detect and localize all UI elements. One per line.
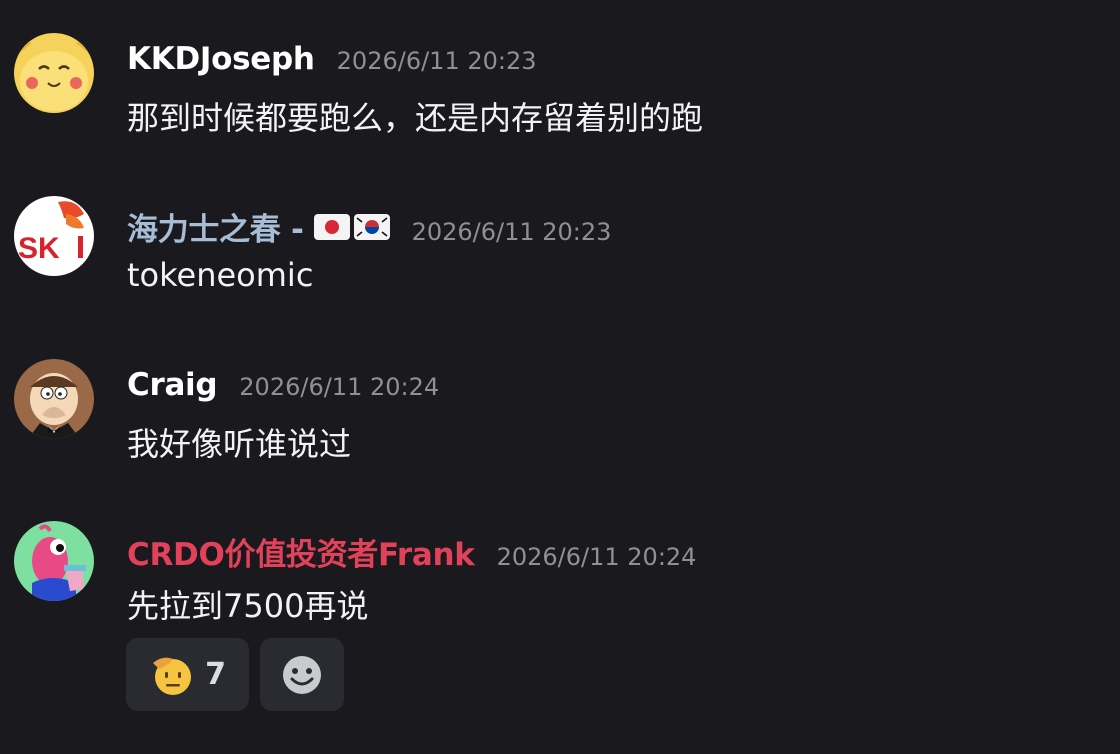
south-korea-flag-icon bbox=[353, 213, 390, 240]
pink-creature-avatar[interactable] bbox=[14, 521, 94, 601]
message-header: CRDO价值投资者Frank 2026/6/11 20:24 bbox=[127, 529, 696, 574]
svg-text:SK: SK bbox=[18, 232, 60, 265]
peter-griffin-avatar[interactable] bbox=[14, 359, 94, 439]
flag-emojis bbox=[313, 213, 390, 240]
timestamp[interactable]: 2026/6/11 20:23 bbox=[337, 47, 537, 75]
timestamp[interactable]: 2026/6/11 20:23 bbox=[412, 218, 612, 246]
add-reaction-button[interactable] bbox=[260, 638, 344, 711]
message-content: 我好像听谁说过 bbox=[127, 425, 352, 463]
timestamp[interactable]: 2026/6/11 20:24 bbox=[239, 373, 439, 401]
message-content: 那到时候都要跑么，还是内存留着别的跑 bbox=[127, 99, 704, 137]
sk-hynix-avatar[interactable]: SK bbox=[14, 196, 94, 276]
message-content: 先拉到7500再说 bbox=[127, 587, 369, 625]
reactions-bar: 7 bbox=[126, 638, 344, 711]
message-content: tokeneomic bbox=[127, 256, 314, 294]
username[interactable]: 海力士之春 - bbox=[127, 204, 304, 249]
add-reaction-icon bbox=[280, 653, 324, 697]
reaction-saluting-face[interactable]: 7 bbox=[126, 638, 249, 711]
message-header: KKDJoseph 2026/6/11 20:23 bbox=[127, 41, 537, 77]
reaction-count: 7 bbox=[205, 657, 226, 692]
username[interactable]: CRDO价值投资者Frank bbox=[127, 529, 475, 574]
message-header: Craig 2026/6/11 20:24 bbox=[127, 367, 439, 403]
username[interactable]: KKDJoseph bbox=[127, 41, 315, 77]
saluting-face-icon bbox=[149, 653, 193, 697]
japan-flag-icon bbox=[313, 213, 350, 240]
timestamp[interactable]: 2026/6/11 20:24 bbox=[497, 543, 697, 571]
message-header: 海力士之春 - 2026/6/11 20:23 bbox=[127, 204, 611, 249]
pikachu-avatar[interactable] bbox=[14, 33, 94, 113]
username[interactable]: Craig bbox=[127, 367, 218, 403]
